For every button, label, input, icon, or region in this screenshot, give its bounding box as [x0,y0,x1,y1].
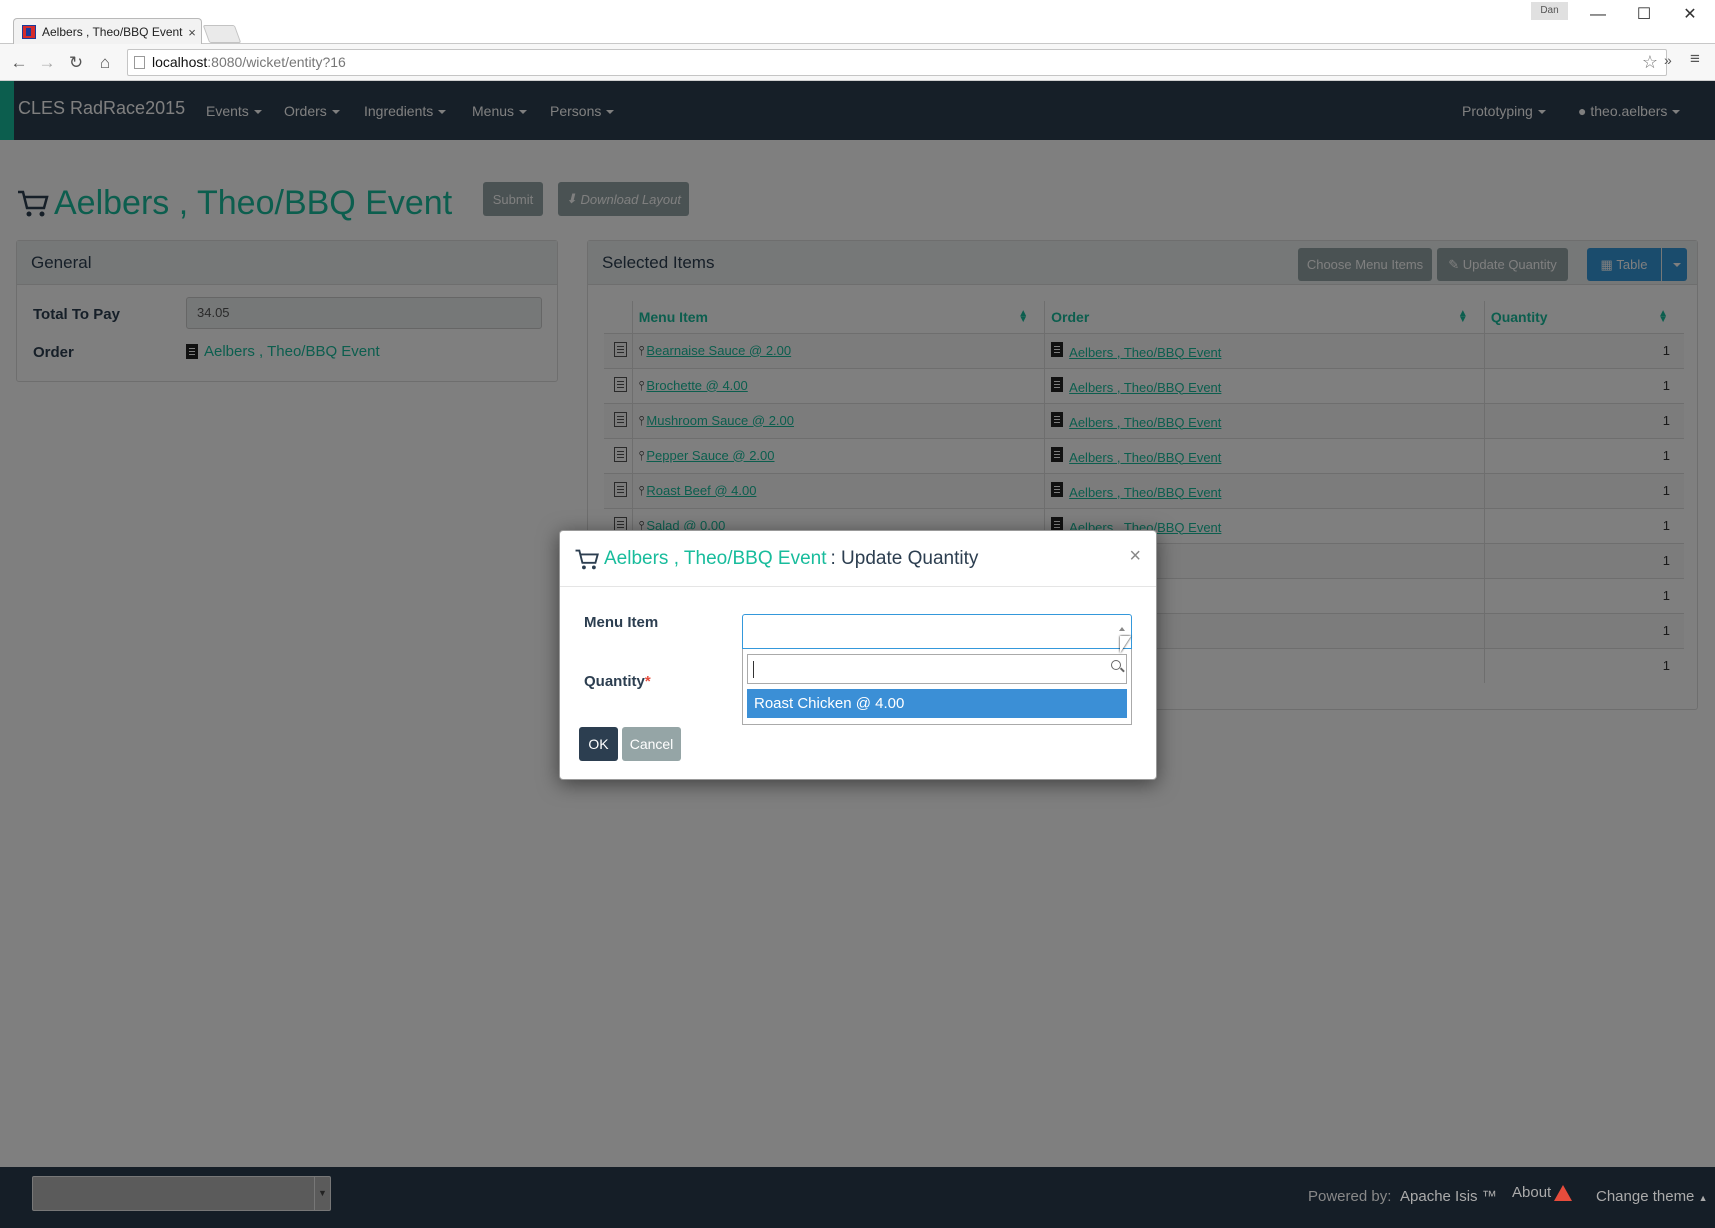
browser-tab[interactable]: Aelbers , Theo/BBQ Event × [13,18,202,45]
forward-icon[interactable]: → [35,51,59,75]
chevron-down-icon: ▼ [314,1177,330,1210]
about-label: About [1512,1184,1552,1201]
reload-icon[interactable]: ↻ [64,51,88,75]
menu-item-dropdown: Roast Chicken @ 4.00 [742,649,1132,725]
menu-item-label: Menu Item [584,614,659,631]
dialog-close-icon[interactable]: × [1129,545,1141,568]
tab-close-icon[interactable]: × [183,25,201,40]
browser-tab-title: Aelbers , Theo/BBQ Event [42,25,183,39]
page-icon [134,56,145,69]
browser-menu-icon[interactable]: ≡ [1690,49,1700,69]
home-icon[interactable]: ⌂ [93,51,117,75]
close-window-icon[interactable]: ✕ [1670,4,1710,26]
extensions-chevron-icon[interactable]: » [1664,52,1672,68]
dropdown-option[interactable]: Roast Chicken @ 4.00 [747,689,1127,718]
url-host: localhost [152,54,208,70]
dialog-entity-link[interactable]: Aelbers , Theo/BBQ Event [604,548,827,570]
address-bar[interactable]: localhost:8080/wicket/entity?16 ☆ [127,49,1667,76]
browser-tab-strip: Aelbers , Theo/BBQ Event × Dan — ☐ ✕ [0,0,1715,45]
footer-select[interactable]: ▼ [32,1176,331,1211]
caret-up-icon: ▲ [1698,1193,1708,1203]
dialog-action-title: : Update Quantity [830,547,979,569]
url-path: :8080/wicket/entity?16 [207,54,346,70]
browser-toolbar: ← → ↻ ⌂ localhost:8080/wicket/entity?16 … [0,44,1715,81]
maximize-icon[interactable]: ☐ [1624,4,1664,26]
caret-up-icon [1119,627,1125,631]
change-theme-link[interactable]: Change theme ▲ [1596,1188,1708,1205]
text-cursor [753,661,754,678]
warning-icon [1554,1185,1573,1202]
back-icon[interactable]: ← [7,51,31,75]
change-theme-label: Change theme [1596,1188,1695,1205]
quantity-label: Quantity* [584,673,651,690]
dialog-header: Aelbers , Theo/BBQ Event : Update Quanti… [560,531,1156,587]
quantity-label-text: Quantity [584,673,645,690]
powered-by-label: Powered by: [1308,1188,1392,1205]
bookmark-star-icon[interactable]: ☆ [1642,50,1658,75]
window-user-badge[interactable]: Dan [1531,2,1568,20]
app-favicon-icon [22,25,36,39]
update-quantity-dialog: Aelbers , Theo/BBQ Event : Update Quanti… [559,530,1157,780]
cancel-button[interactable]: Cancel [622,727,681,761]
required-marker: * [644,673,651,690]
new-tab-button[interactable] [202,25,242,43]
ok-button[interactable]: OK [579,727,618,761]
menu-item-select[interactable] [742,614,1132,649]
apache-isis-link[interactable]: Apache Isis ™ [1400,1188,1497,1205]
minimize-icon[interactable]: — [1578,4,1618,26]
footer: ▼ Powered by: Apache Isis ™ About Change… [0,1167,1715,1228]
search-icon [1111,660,1121,670]
about-link[interactable]: About [1512,1184,1573,1202]
dropdown-search-input[interactable] [747,654,1127,684]
shopping-cart-icon [575,549,599,569]
mouse-pointer-icon [1120,636,1131,653]
